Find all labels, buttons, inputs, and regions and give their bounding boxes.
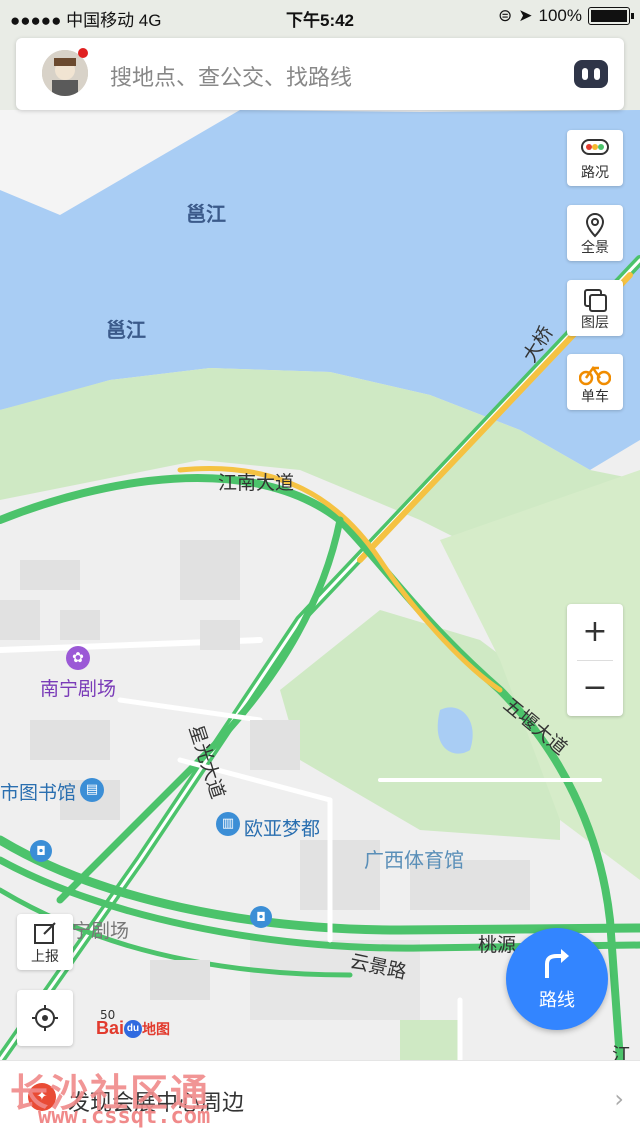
poi-theatre[interactable]: 南宁剧场 (40, 674, 116, 701)
library-icon[interactable]: ▤ (80, 778, 104, 802)
poi-library[interactable]: 市图书馆 (0, 778, 76, 805)
watermark-url: www.cssqt.com (38, 1104, 211, 1129)
route-button[interactable]: 路线 (506, 928, 608, 1030)
layers-button[interactable]: 图层 (567, 280, 623, 336)
bicycle-icon (579, 365, 611, 386)
baidu-logo: Bai du 地图 (96, 1018, 170, 1039)
zoom-in-button[interactable]: + (567, 604, 623, 660)
bus-stop-icon[interactable]: ◘ (250, 906, 272, 928)
zoom-out-button[interactable]: − (567, 660, 623, 716)
paw-icon: du (124, 1020, 143, 1039)
building-icon[interactable]: ▥ (216, 812, 240, 836)
report-label: 上报 (31, 949, 59, 965)
locate-button[interactable] (17, 990, 73, 1046)
layers-label: 图层 (581, 315, 609, 331)
chevron-right-icon[interactable]: › (614, 1085, 624, 1113)
status-bar: ●●●●● 中国移动 4G 下午5:42 ⊜ ➤ 100% (0, 0, 640, 34)
battery-icon (588, 7, 634, 25)
traffic-button[interactable]: 路况 (567, 130, 623, 186)
voice-assistant-icon[interactable] (574, 60, 608, 88)
poi-theatre-2[interactable]: 宁剧场 (72, 916, 129, 943)
traffic-label: 路况 (581, 165, 609, 181)
theatre-icon[interactable]: ✿ (66, 646, 90, 670)
location-pin-icon (585, 212, 605, 238)
lock-rotation-icon: ⊜ (498, 6, 513, 25)
river-label: 邕江 (106, 318, 146, 342)
location-arrow-icon: ➤ (518, 6, 533, 25)
panorama-button[interactable]: 全景 (567, 205, 623, 261)
bike-button[interactable]: 单车 (567, 354, 623, 410)
poi-ouya[interactable]: 欧亚梦都 (244, 814, 320, 841)
road-label-jiangnan: 江南大道 (218, 472, 295, 494)
river-label: 邕江 (186, 202, 226, 226)
report-button[interactable]: 上报 (17, 914, 73, 970)
layers-icon (584, 289, 607, 312)
logo-text: Bai (96, 1018, 125, 1038)
edit-icon (34, 922, 56, 944)
battery-percent: 100% (538, 6, 582, 25)
search-bar[interactable]: 搜地点、查公交、找路线 (16, 38, 624, 110)
poi-stadium[interactable]: 广西体育馆 (364, 844, 464, 873)
route-label: 路线 (539, 990, 575, 1011)
bus-stop-icon[interactable]: ◘ (30, 840, 52, 862)
status-right: ⊜ ➤ 100% (498, 6, 634, 26)
bike-label: 单车 (581, 389, 609, 405)
logo-suffix: 地图 (142, 1021, 171, 1037)
turn-arrow-icon (545, 949, 569, 978)
zoom-control: + − (567, 604, 623, 716)
notification-dot (78, 48, 88, 58)
panorama-label: 全景 (581, 240, 609, 256)
locate-icon (32, 1005, 58, 1031)
traffic-light-icon (581, 139, 609, 155)
zoom-divider (577, 660, 613, 661)
search-input[interactable]: 搜地点、查公交、找路线 (110, 60, 352, 92)
road-label-taoyuan: 桃源 (478, 934, 517, 956)
